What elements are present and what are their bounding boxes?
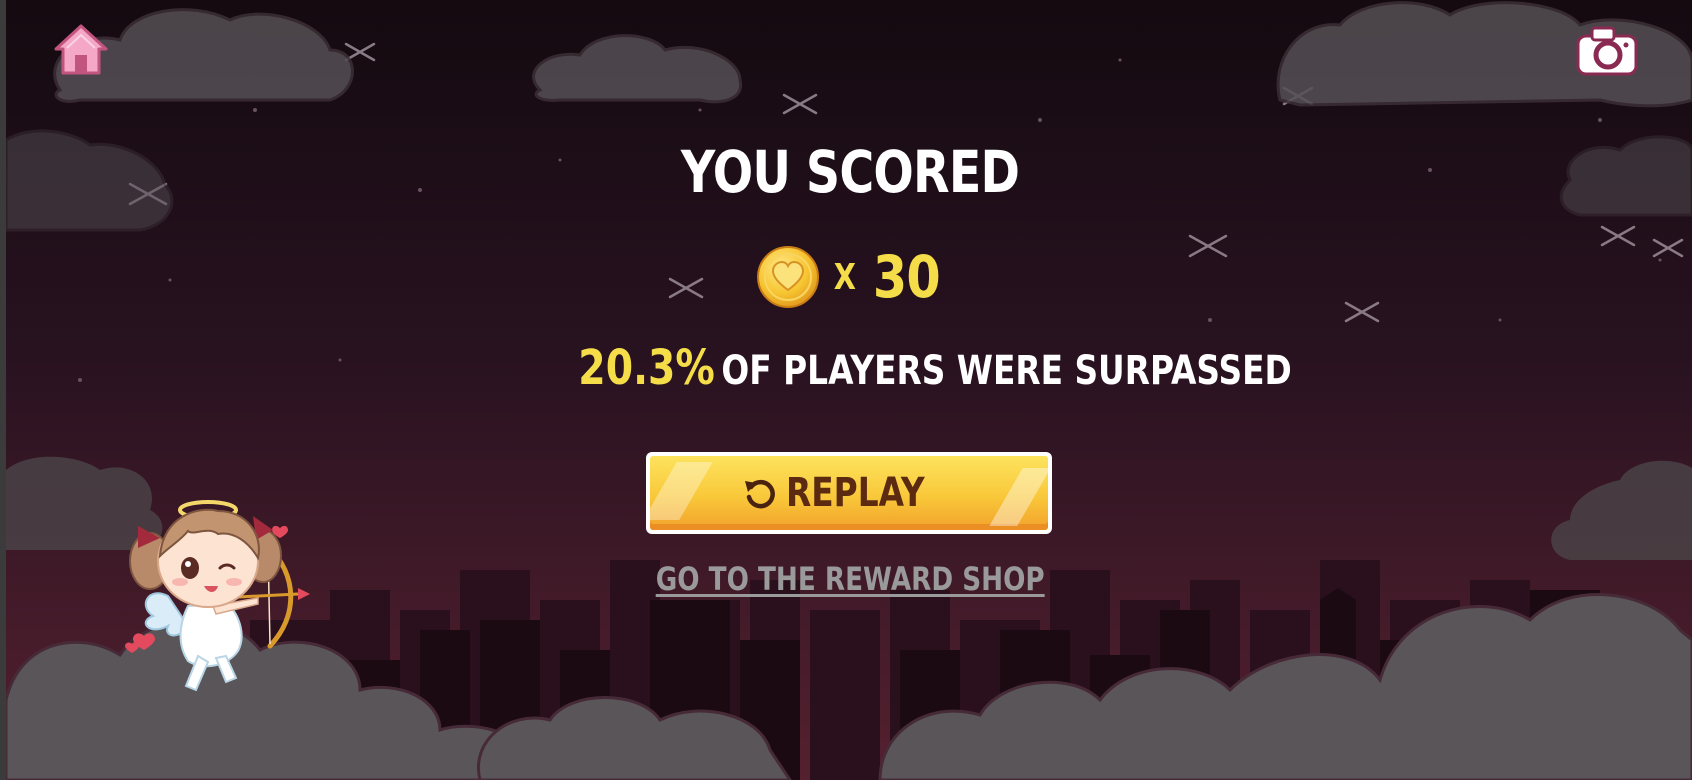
result-panel: YOU SCORED X 30 20.3% OF PLAYERS WERE SU… (500, 130, 1291, 610)
reward-shop-label: GO TO THE REWARD SHOP (655, 560, 1045, 598)
percentile-value: 20.3% (578, 340, 715, 396)
result-title: YOU SCORED (680, 138, 1020, 206)
replay-button[interactable]: REPLAY (646, 452, 1052, 534)
score-row: X 30 (500, 242, 1200, 312)
replay-icon (745, 479, 776, 509)
game-result-screen: YOU SCORED X 30 20.3% OF PLAYERS WERE SU… (0, 0, 1692, 780)
camera-button[interactable] (1574, 24, 1640, 78)
reward-shop-link[interactable]: GO TO THE REWARD SHOP (500, 560, 1200, 598)
replay-label: REPLAY (786, 470, 926, 516)
score-multiplier: X (833, 256, 856, 298)
home-icon (54, 24, 108, 75)
heart-coin-icon (756, 246, 819, 308)
camera-icon (1576, 26, 1638, 76)
score-value: 30 (872, 243, 940, 311)
home-button[interactable] (52, 22, 110, 78)
percentile-text: OF PLAYERS WERE SURPASSED (721, 348, 1292, 394)
cupid-character (125, 500, 310, 692)
left-edge-bar (0, 0, 6, 780)
percentile-row: 20.3% OF PLAYERS WERE SURPASSED (500, 340, 1291, 396)
